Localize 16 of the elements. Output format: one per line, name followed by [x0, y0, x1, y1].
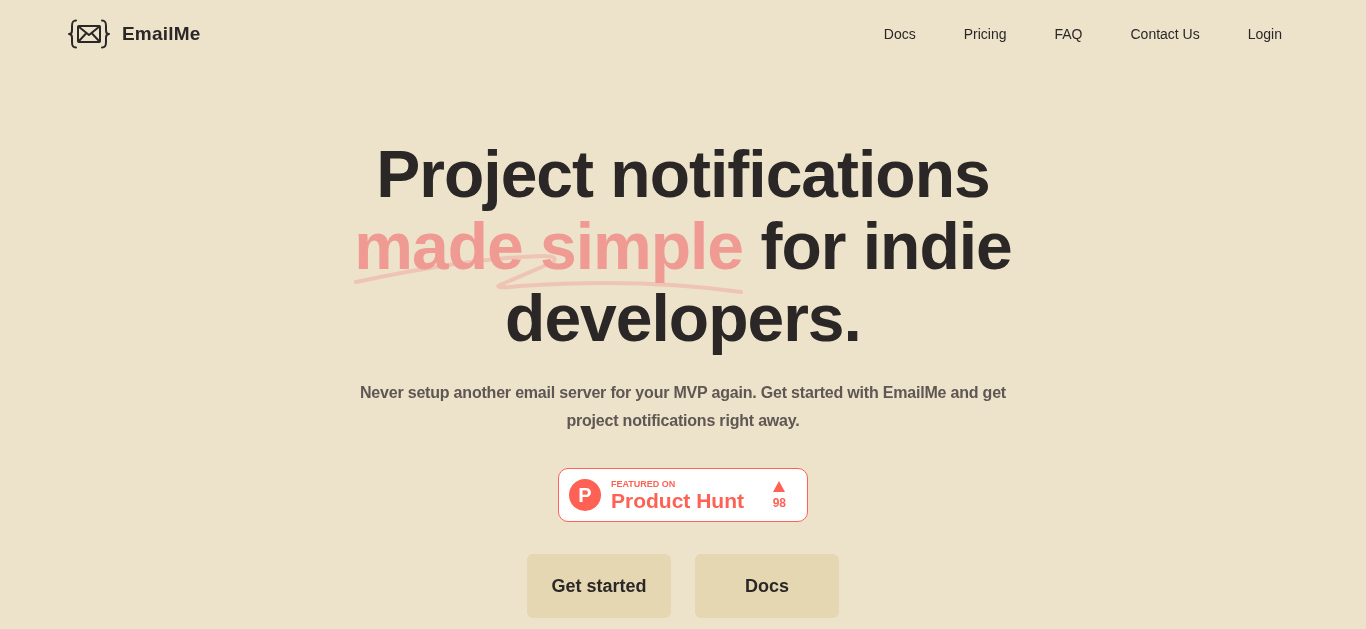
subtitle: Never setup another email server for your MVP again. Get started with EmailMe and get project notifications right away.	[359, 383, 1007, 431]
product-name: Product Hunt	[611, 489, 744, 512]
nav-link[interactable]: FAQ	[1054, 26, 1083, 42]
nav-link[interactable]: Docs	[883, 26, 916, 42]
logo-mark: P	[569, 479, 601, 511]
featured-label: FEATURED ON	[611, 478, 676, 490]
nav-link[interactable]: Login	[1247, 26, 1282, 42]
triangle-icon	[773, 480, 786, 492]
nav-link[interactable]: Pricing	[963, 26, 1007, 42]
nav-link[interactable]: Contact Us	[1130, 26, 1200, 42]
brand-link[interactable]: EmailMe	[68, 19, 201, 49]
hero-button[interactable]: Docs	[695, 554, 839, 618]
envelope-logo-icon	[68, 19, 110, 49]
vote-count: 98	[772, 496, 786, 510]
hero-button[interactable]: Get started	[527, 554, 671, 618]
headline: Project notifications made simple for indie developers.	[353, 138, 1013, 354]
